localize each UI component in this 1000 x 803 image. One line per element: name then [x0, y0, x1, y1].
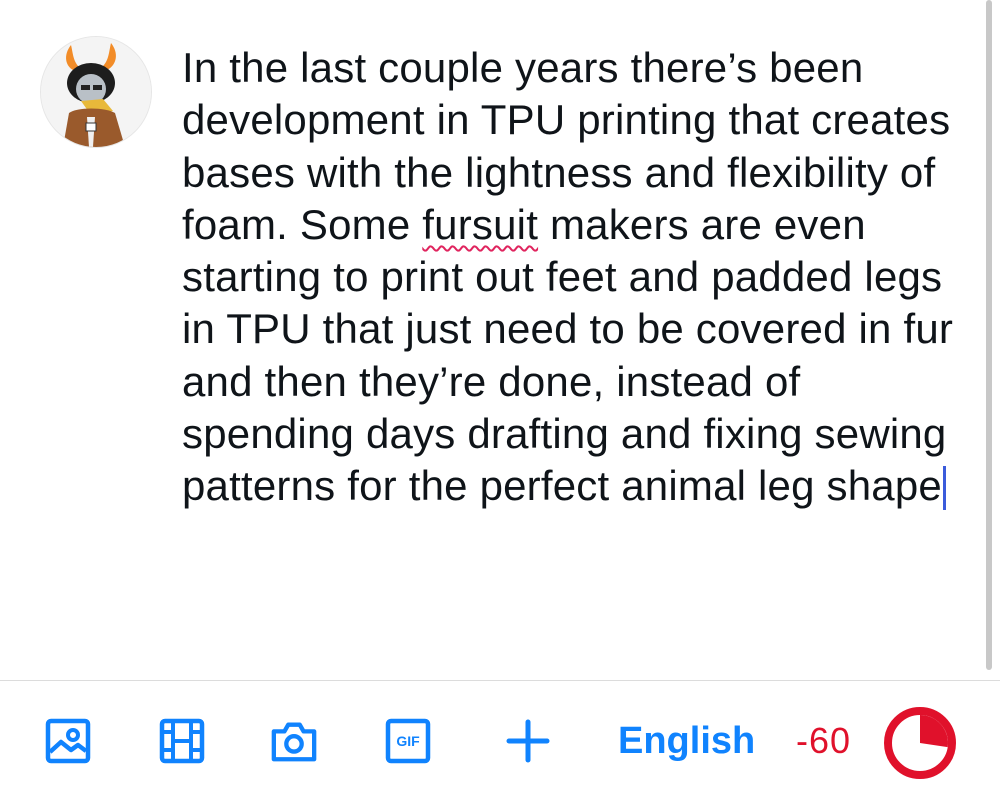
- avatar[interactable]: [40, 36, 152, 148]
- post-text-input[interactable]: In the last couple years there’s been de…: [182, 42, 972, 513]
- character-limit-progress-icon: [884, 707, 956, 779]
- avatar-image: [41, 37, 151, 147]
- scrollbar[interactable]: [986, 0, 992, 670]
- gif-button[interactable]: GIF: [384, 717, 432, 765]
- video-button[interactable]: [158, 717, 206, 765]
- language-selector[interactable]: English: [618, 717, 755, 765]
- camera-icon: [271, 722, 317, 762]
- add-button[interactable]: [504, 717, 552, 765]
- gif-label: GIF: [396, 733, 420, 749]
- character-count: -60: [796, 720, 852, 761]
- post-composer: In the last couple years there’s been de…: [0, 0, 1000, 680]
- camera-button[interactable]: [270, 717, 318, 765]
- composer-toolbar: GIF English -60: [0, 681, 1000, 803]
- video-icon: [159, 718, 205, 764]
- text-caret: [942, 466, 946, 511]
- image-button[interactable]: [44, 717, 92, 765]
- plus-icon: [506, 719, 550, 763]
- image-icon: [45, 718, 91, 764]
- misspelled-word[interactable]: fursuit: [422, 201, 538, 248]
